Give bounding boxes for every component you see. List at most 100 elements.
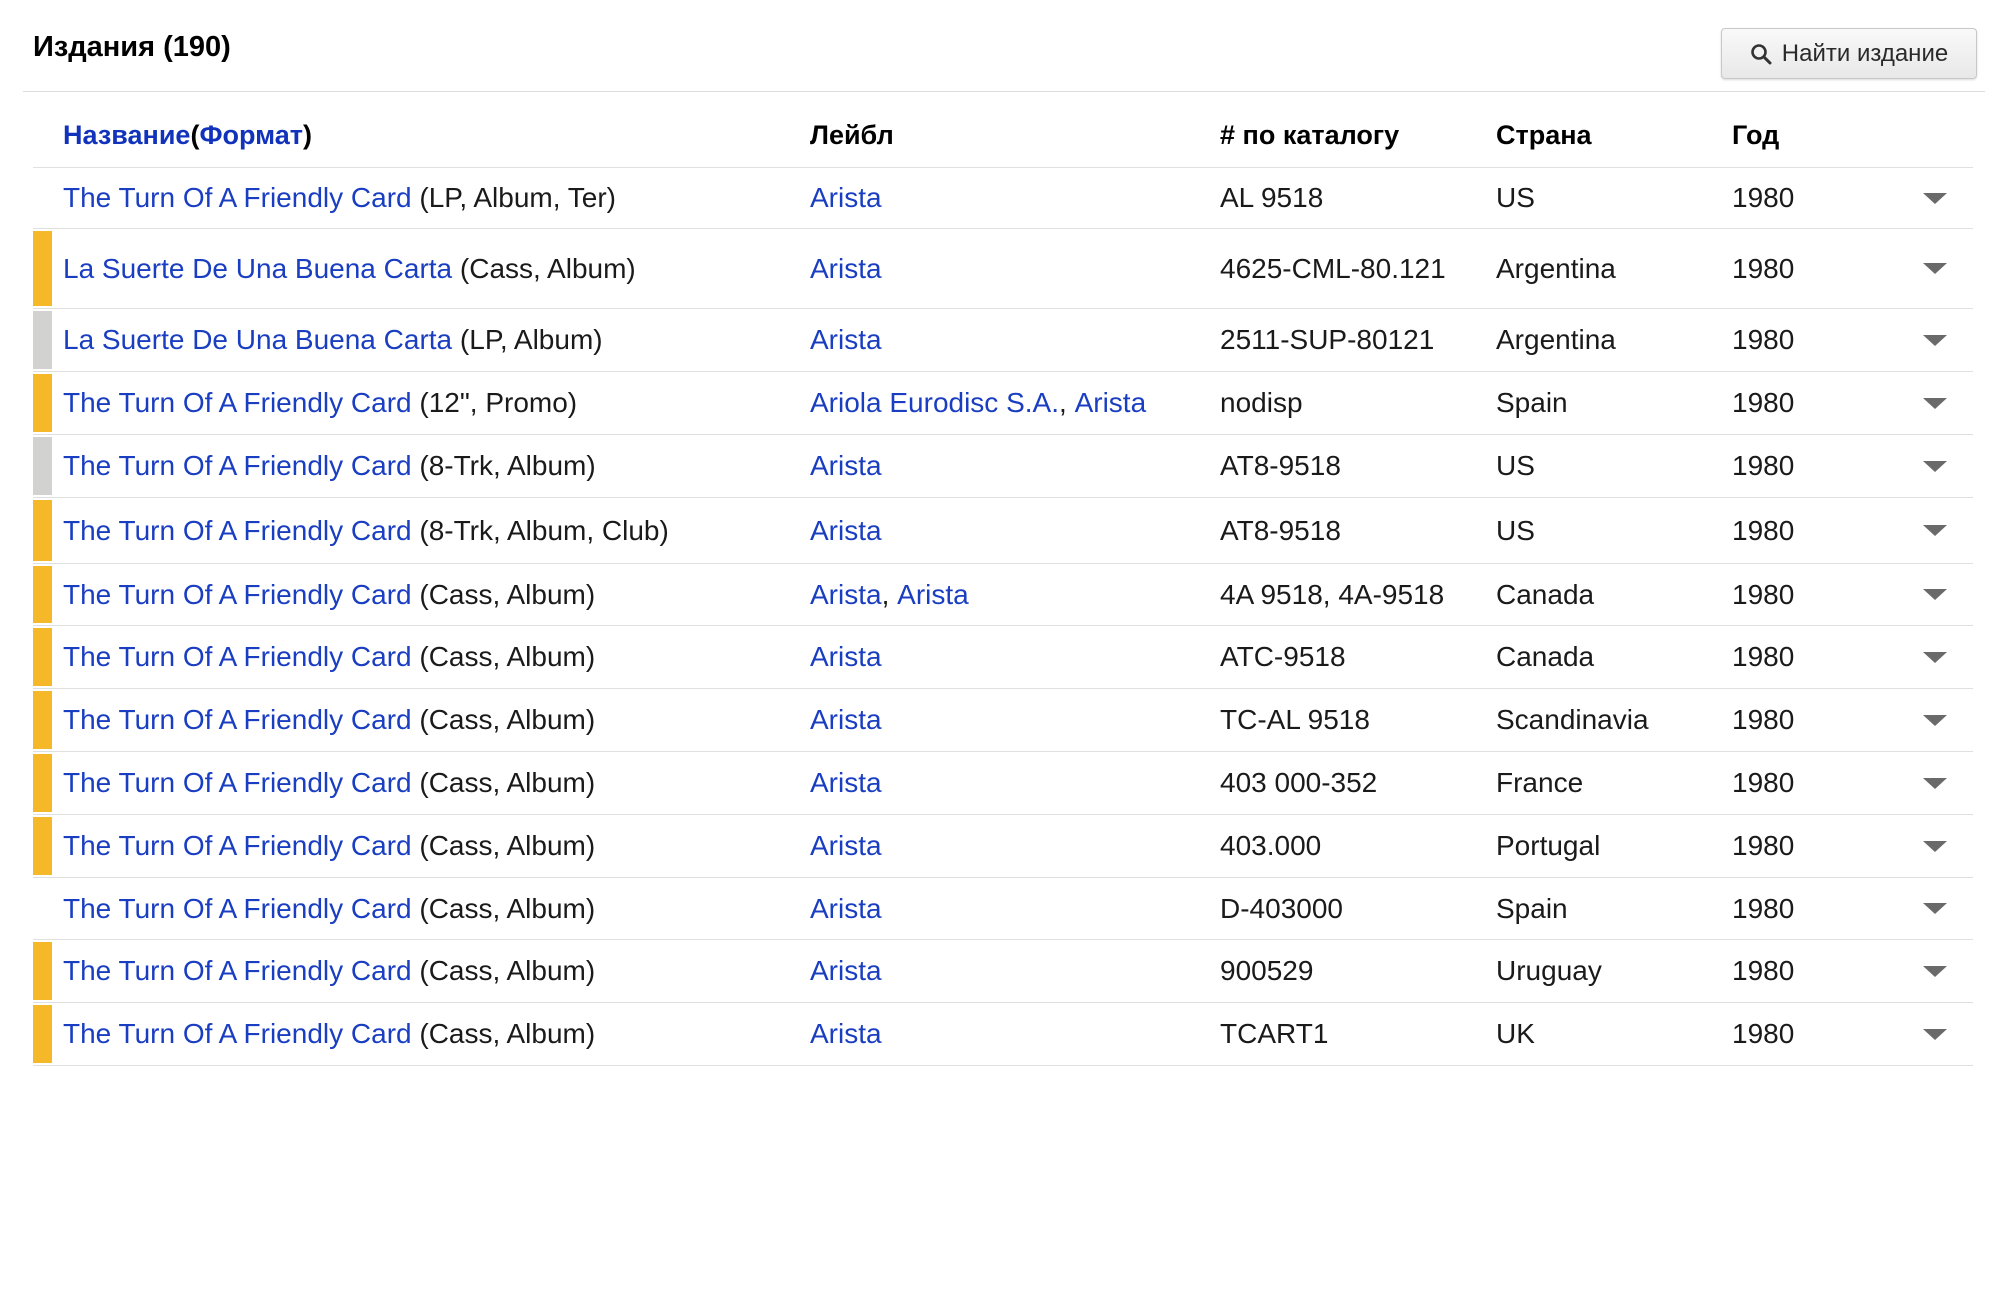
- expand-row-button[interactable]: [1910, 435, 1960, 497]
- expand-row-button[interactable]: [1910, 564, 1960, 625]
- chevron-down-icon[interactable]: [1923, 525, 1947, 536]
- chevron-down-icon[interactable]: [1923, 714, 1947, 726]
- sort-by-label[interactable]: Лейбл: [810, 104, 894, 167]
- expand-row-button[interactable]: [1910, 229, 1960, 308]
- chevron-down-icon[interactable]: [1923, 397, 1947, 409]
- label-link[interactable]: Arista: [810, 1018, 882, 1050]
- release-format: (LP, Album, Ter): [419, 182, 616, 213]
- country: France: [1496, 767, 1584, 798]
- expand-row-button[interactable]: [1910, 940, 1960, 1002]
- row-status-stripe: [33, 500, 52, 561]
- expand-row-button[interactable]: [1910, 752, 1960, 814]
- release-title-link[interactable]: The Turn Of A Friendly Card: [63, 450, 412, 482]
- releases-table: Название (Формат) Лейбл # по каталогу Ст…: [33, 104, 1973, 1066]
- table-row: The Turn Of A Friendly Card (Cass, Album…: [33, 815, 1973, 878]
- chevron-down-icon[interactable]: [1923, 192, 1947, 204]
- label-link[interactable]: Arista: [810, 324, 882, 356]
- release-title-cell: La Suerte De Una Buena Carta (LP, Album): [63, 309, 603, 371]
- sort-by-year[interactable]: Год: [1732, 104, 1779, 167]
- chevron-down-icon[interactable]: [1923, 840, 1947, 852]
- chevron-down-icon[interactable]: [1923, 777, 1947, 789]
- release-title-cell: The Turn Of A Friendly Card (Cass, Album…: [63, 1003, 595, 1065]
- release-title-link[interactable]: The Turn Of A Friendly Card: [63, 767, 412, 799]
- label-link[interactable]: Arista: [810, 182, 882, 214]
- label-link[interactable]: Arista: [810, 704, 882, 736]
- label-cell: Ariola Eurodisc S.A., Arista: [810, 372, 1146, 434]
- sort-by-country[interactable]: Страна: [1496, 104, 1592, 167]
- release-title-link[interactable]: The Turn Of A Friendly Card: [63, 579, 412, 611]
- label-cell: Arista: [810, 168, 882, 228]
- chevron-down-icon[interactable]: [1923, 460, 1947, 472]
- release-format: (8-Trk, Album): [419, 450, 596, 481]
- country: Canada: [1496, 578, 1595, 610]
- expand-row-button[interactable]: [1910, 815, 1960, 877]
- label-link[interactable]: Arista: [810, 641, 882, 673]
- label-link[interactable]: Arista: [810, 253, 882, 285]
- release-title-cell: La Suerte De Una Buena Carta (Cass, Albu…: [63, 229, 636, 308]
- label-link[interactable]: Arista: [810, 767, 882, 799]
- year: 1980: [1732, 182, 1795, 213]
- release-format: (8-Trk, Album, Club): [419, 514, 669, 546]
- label-link[interactable]: Arista: [810, 830, 882, 862]
- release-title-link[interactable]: The Turn Of A Friendly Card: [63, 387, 412, 419]
- release-format: (12", Promo): [419, 387, 578, 418]
- release-title-link[interactable]: La Suerte De Una Buena Carta: [63, 324, 452, 356]
- chevron-down-icon[interactable]: [1923, 334, 1947, 346]
- label-cell: Arista: [810, 435, 882, 497]
- label-link[interactable]: Arista: [810, 893, 882, 925]
- release-title-link[interactable]: The Turn Of A Friendly Card: [63, 182, 412, 214]
- label-cell: Arista: [810, 309, 882, 371]
- expand-row-button[interactable]: [1910, 168, 1960, 228]
- catalog-number: AL 9518: [1220, 182, 1324, 213]
- release-title-cell: The Turn Of A Friendly Card (8-Trk, Albu…: [63, 435, 596, 497]
- table-row: The Turn Of A Friendly Card (Cass, Album…: [33, 940, 1973, 1003]
- expand-row-button[interactable]: [1910, 878, 1960, 939]
- chevron-down-icon[interactable]: [1923, 589, 1947, 600]
- sort-by-format[interactable]: Формат: [199, 120, 303, 151]
- expand-row-button[interactable]: [1910, 689, 1960, 751]
- release-title-link[interactable]: The Turn Of A Friendly Card: [63, 515, 412, 547]
- release-format: (Cass, Album): [419, 578, 596, 610]
- expand-row-button[interactable]: [1910, 372, 1960, 434]
- release-title-cell: The Turn Of A Friendly Card (Cass, Album…: [63, 689, 595, 751]
- country: Portugal: [1496, 830, 1601, 861]
- release-title-cell: The Turn Of A Friendly Card (Cass, Album…: [63, 752, 595, 814]
- row-status-stripe: [33, 691, 52, 749]
- label-link[interactable]: Arista: [810, 450, 882, 482]
- catalog-number: 403 000-352: [1220, 767, 1378, 798]
- release-title-link[interactable]: The Turn Of A Friendly Card: [63, 893, 412, 925]
- release-title-cell: The Turn Of A Friendly Card (Cass, Album…: [63, 564, 595, 625]
- country: UK: [1496, 1018, 1535, 1049]
- year: 1980: [1732, 767, 1795, 798]
- page-title: Издания (190): [33, 31, 231, 63]
- sort-by-catalog[interactable]: # по каталогу: [1220, 104, 1399, 167]
- release-title-link[interactable]: La Suerte De Una Buena Carta: [63, 253, 452, 285]
- release-title-link[interactable]: The Turn Of A Friendly Card: [63, 830, 412, 862]
- chevron-down-icon[interactable]: [1923, 1028, 1947, 1040]
- label-link[interactable]: Arista: [810, 579, 882, 611]
- expand-row-button[interactable]: [1910, 626, 1960, 688]
- label-cell: Arista: [810, 689, 882, 751]
- release-title-link[interactable]: The Turn Of A Friendly Card: [63, 955, 412, 987]
- chevron-down-icon[interactable]: [1923, 651, 1947, 663]
- release-title-link[interactable]: The Turn Of A Friendly Card: [63, 641, 412, 673]
- label-link[interactable]: Arista: [1075, 387, 1147, 419]
- expand-row-button[interactable]: [1910, 309, 1960, 371]
- sort-by-title[interactable]: Название: [63, 120, 190, 151]
- expand-row-button[interactable]: [1910, 498, 1960, 563]
- chevron-down-icon[interactable]: [1923, 965, 1947, 977]
- catalog-number: TCART1: [1220, 1018, 1329, 1049]
- label-link[interactable]: Ariola Eurodisc S.A.: [810, 387, 1059, 419]
- release-title-cell: The Turn Of A Friendly Card (8-Trk, Albu…: [63, 498, 669, 563]
- label-link[interactable]: Arista: [810, 955, 882, 987]
- find-release-button[interactable]: Найти издание: [1721, 28, 1977, 79]
- title-paren-close: ): [302, 120, 312, 150]
- chevron-down-icon[interactable]: [1923, 263, 1947, 274]
- chevron-down-icon[interactable]: [1923, 903, 1947, 914]
- releases-header: Издания (190) Найти издание: [23, 0, 1985, 92]
- release-title-link[interactable]: The Turn Of A Friendly Card: [63, 1018, 412, 1050]
- release-title-link[interactable]: The Turn Of A Friendly Card: [63, 704, 412, 736]
- label-link[interactable]: Arista: [810, 515, 882, 547]
- expand-row-button[interactable]: [1910, 1003, 1960, 1065]
- label-link[interactable]: Arista: [897, 579, 969, 611]
